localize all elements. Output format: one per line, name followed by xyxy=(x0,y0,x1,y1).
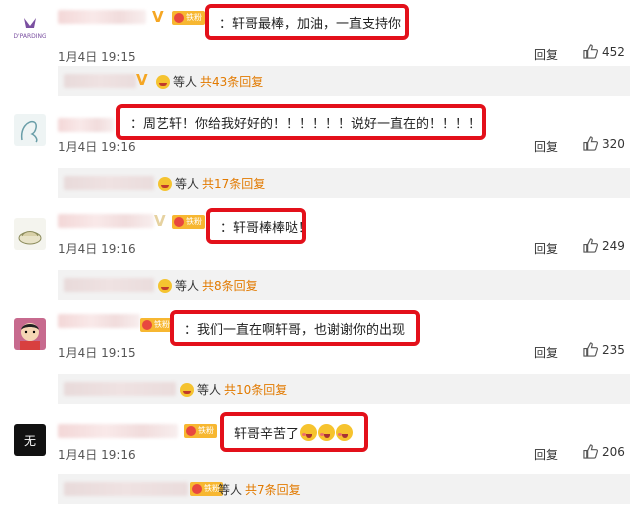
sub-users-blurred xyxy=(64,176,154,190)
verified-v-icon: V xyxy=(154,212,166,230)
sub-users-blurred xyxy=(64,74,136,88)
username-blurred[interactable] xyxy=(58,10,146,24)
avatar-text: 无 xyxy=(23,433,36,448)
comment-date: 1月4日 19:16 xyxy=(58,140,136,154)
comment-item: D'PARDING V 铁粉 ：轩哥最棒，加油，一直支持你 1月4日 19:15… xyxy=(0,0,640,102)
avatar[interactable]: 无 xyxy=(14,424,46,456)
username-blurred[interactable] xyxy=(58,118,114,132)
comment-date: 1月4日 19:15 xyxy=(58,346,136,360)
verified-v-icon: V xyxy=(136,71,148,89)
comment-date: 1月4日 19:15 xyxy=(58,50,136,64)
comment-text: ：周艺轩！你给我好好的！！！！！！说好一直在的！！！！ xyxy=(116,104,486,140)
like-count: 206 xyxy=(602,444,625,459)
sub-reply-summary[interactable]: 等人 共17条回复 xyxy=(158,175,265,192)
emoji-icon xyxy=(158,278,172,293)
emoji-icon xyxy=(300,423,318,441)
like-button[interactable]: 320 xyxy=(583,136,625,151)
comment-text: ：我们一直在啊轩哥，也谢谢你的出现 xyxy=(170,310,420,346)
comment-date: 1月4日 19:16 xyxy=(58,448,136,462)
fan-badge-icon: 铁粉 xyxy=(140,318,173,332)
like-button[interactable]: 452 xyxy=(583,44,625,59)
emoji-icon xyxy=(156,74,170,89)
thumb-up-icon xyxy=(583,44,598,59)
comment-item: 铁粉 ：我们一直在啊轩哥，也谢谢你的出现 1月4日 19:15 回复 235 等… xyxy=(0,304,640,406)
username-blurred[interactable] xyxy=(58,214,154,228)
thumb-up-icon xyxy=(583,238,598,253)
reply-button[interactable]: 回复 xyxy=(534,446,558,463)
like-count: 320 xyxy=(602,136,625,151)
emoji-icon xyxy=(158,176,172,191)
sub-reply-summary[interactable]: 等人 共8条回复 xyxy=(158,277,258,294)
fan-badge-icon: 铁粉 xyxy=(184,424,217,438)
fan-badge-icon: 铁粉 xyxy=(172,215,205,229)
sub-reply-bar[interactable]: 等人 共17条回复 xyxy=(58,168,630,198)
sub-users-blurred xyxy=(64,382,176,396)
avatar[interactable] xyxy=(14,218,46,250)
reply-button[interactable]: 回复 xyxy=(534,344,558,361)
reply-button[interactable]: 回复 xyxy=(534,138,558,155)
sub-reply-summary[interactable]: 等人 共10条回复 xyxy=(180,381,287,398)
sub-reply-bar[interactable]: 等人 共10条回复 xyxy=(58,374,630,404)
reply-button[interactable]: 回复 xyxy=(534,46,558,63)
emoji-icon xyxy=(318,423,336,441)
username-blurred[interactable] xyxy=(58,424,178,438)
avatar[interactable]: D'PARDING xyxy=(14,14,46,46)
comment-item: ：周艺轩！你给我好好的！！！！！！说好一直在的！！！！ 1月4日 19:16 回… xyxy=(0,100,640,202)
reply-button[interactable]: 回复 xyxy=(534,240,558,257)
comment-date: 1月4日 19:16 xyxy=(58,242,136,256)
like-count: 235 xyxy=(602,342,625,357)
sub-reply-summary[interactable]: 等人 共43条回复 xyxy=(156,73,263,90)
svg-text:D'PARDING: D'PARDING xyxy=(14,33,46,40)
like-button[interactable]: 249 xyxy=(583,238,625,253)
like-count: 452 xyxy=(602,44,625,59)
sub-users-blurred xyxy=(64,482,188,496)
thumb-up-icon xyxy=(583,136,598,151)
sub-reply-bar[interactable]: 等人 共8条回复 xyxy=(58,270,630,300)
username-blurred[interactable] xyxy=(58,314,140,328)
comment-item: V 铁粉 ：轩哥棒棒哒！ 1月4日 19:16 回复 249 等人 共8条回复 xyxy=(0,204,640,306)
sub-reply-summary[interactable]: 等人 共7条回复 xyxy=(218,481,301,498)
verified-v-icon: V xyxy=(152,8,164,26)
sub-reply-bar[interactable]: V 等人 共43条回复 xyxy=(58,66,630,96)
sub-users-blurred xyxy=(64,278,154,292)
avatar[interactable] xyxy=(14,318,46,350)
like-button[interactable]: 206 xyxy=(583,444,625,459)
emoji-icon xyxy=(180,382,194,397)
thumb-up-icon xyxy=(583,444,598,459)
fan-badge-icon: 铁粉 xyxy=(172,11,205,25)
like-button[interactable]: 235 xyxy=(583,342,625,357)
sub-reply-bar[interactable]: 铁粉 等人 共7条回复 xyxy=(58,474,630,504)
like-count: 249 xyxy=(602,238,625,253)
thumb-up-icon xyxy=(583,342,598,357)
comment-item: 无 铁粉 轩哥辛苦了 1月4日 19:16 回复 206 铁粉 等人 共7条回复 xyxy=(0,410,640,512)
emoji-icon xyxy=(336,423,354,441)
avatar[interactable] xyxy=(14,114,46,146)
comment-text: ：轩哥棒棒哒！ xyxy=(206,208,311,244)
comment-text: ：轩哥最棒，加油，一直支持你 xyxy=(205,4,409,40)
comment-text: 轩哥辛苦了 xyxy=(220,412,368,452)
